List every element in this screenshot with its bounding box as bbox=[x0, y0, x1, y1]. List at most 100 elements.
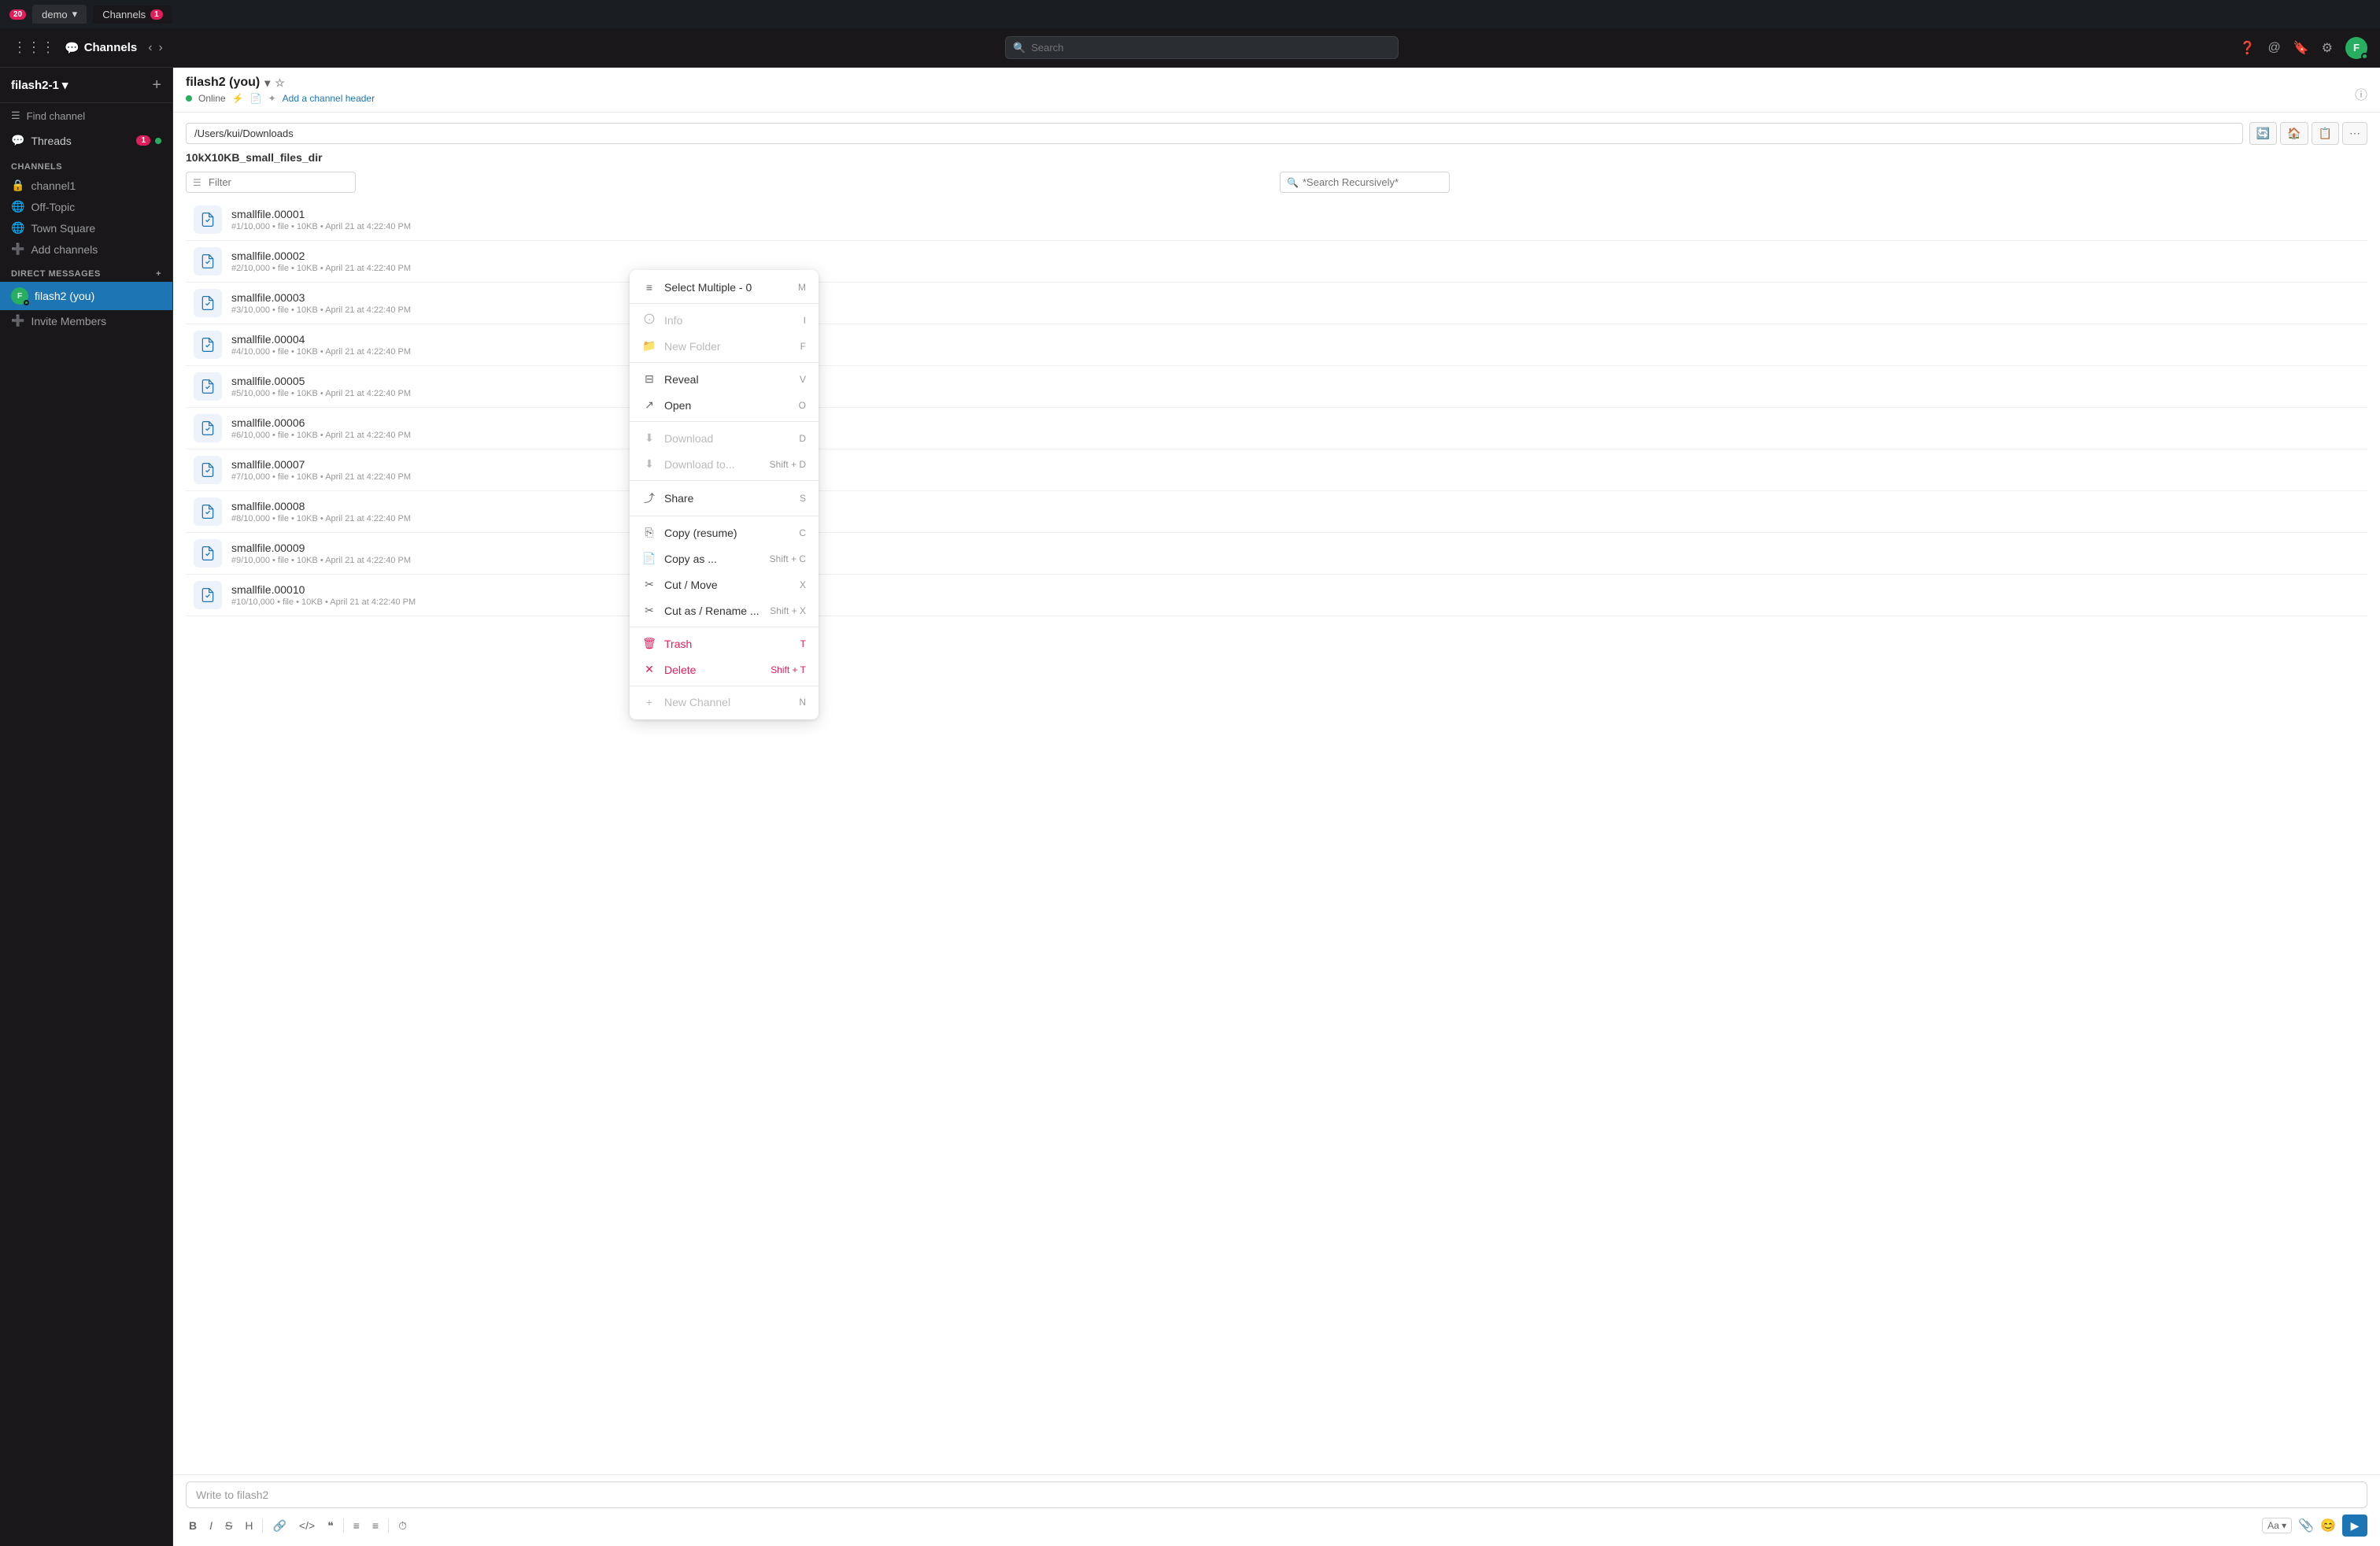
toolbar-divider3 bbox=[388, 1518, 389, 1533]
ctx-shortcut: Shift + C bbox=[770, 553, 806, 564]
sidebar-item-town-square[interactable]: 🌐 Town Square bbox=[0, 217, 172, 239]
gear-icon[interactable]: ⚙ bbox=[2322, 40, 2333, 56]
context-menu-item[interactable]: ⎘ Copy (resume) C bbox=[630, 520, 819, 546]
ctx-label: Reveal bbox=[664, 373, 699, 386]
bookmark-icon[interactable]: 🔖 bbox=[2293, 40, 2309, 56]
timer-button[interactable]: ⏱ bbox=[395, 1518, 410, 1534]
find-channel-button[interactable]: ☰ Find channel bbox=[0, 103, 172, 128]
file-name: smallfile.00007 bbox=[231, 458, 411, 471]
add-header-link[interactable]: Add a channel header bbox=[283, 93, 375, 104]
file-browser: 🔄 🏠 📋 ⋯ 10kX10KB_small_files_dir ☰ 🔍 bbox=[173, 113, 2380, 1474]
ctx-label: New Folder bbox=[664, 340, 721, 353]
ctx-icon: ⊟ bbox=[642, 372, 656, 386]
channel-chevron[interactable]: ▾ bbox=[264, 76, 270, 90]
avatar-online-indicator bbox=[2361, 53, 2368, 60]
context-menu-item[interactable]: ⊟ Reveal V bbox=[630, 366, 819, 392]
ctx-label: Open bbox=[664, 399, 691, 412]
context-menu-item[interactable]: ✕ Delete Shift + T bbox=[630, 656, 819, 682]
info-circle-button[interactable]: ⓘ bbox=[2355, 84, 2367, 103]
ctx-shortcut: I bbox=[804, 315, 806, 326]
sidebar-item-filash2[interactable]: F filash2 (you) bbox=[0, 282, 172, 310]
sidebar-item-channel1[interactable]: 🔒 channel1 bbox=[0, 175, 172, 196]
header-search-input[interactable] bbox=[1005, 36, 1399, 59]
file-name: smallfile.00006 bbox=[231, 416, 411, 429]
file-meta: #6/10,000 • file • 10KB • April 21 at 4:… bbox=[231, 431, 411, 440]
list-item[interactable]: smallfile.00002 #2/10,000 • file • 10KB … bbox=[186, 241, 2367, 283]
send-button[interactable]: ▶ bbox=[2342, 1515, 2367, 1537]
ctx-icon: 🗑 bbox=[642, 637, 656, 650]
strikethrough-button[interactable]: S bbox=[222, 1518, 235, 1533]
list-item[interactable]: smallfile.00009 #9/10,000 • file • 10KB … bbox=[186, 533, 2367, 575]
channels-tab[interactable]: Channels 1 bbox=[93, 6, 172, 24]
context-menu-item[interactable]: ⤴ Share S bbox=[630, 484, 819, 512]
sidebar-item-off-topic[interactable]: 🌐 Off-Topic bbox=[0, 196, 172, 217]
italic-button[interactable]: I bbox=[206, 1518, 216, 1533]
star-icon[interactable]: ☆ bbox=[275, 76, 285, 90]
attach-button[interactable]: 📎 bbox=[2298, 1518, 2314, 1533]
file-list: smallfile.00001 #1/10,000 • file • 10KB … bbox=[186, 199, 2367, 616]
nav-arrows: ‹ › bbox=[146, 39, 164, 57]
context-menu-item[interactable]: ✂ Cut / Move X bbox=[630, 571, 819, 597]
nav-forward-button[interactable]: › bbox=[157, 39, 164, 57]
ctx-shortcut: F bbox=[800, 341, 806, 352]
search-wrap: 🔍 bbox=[1280, 172, 2367, 193]
path-input[interactable] bbox=[186, 123, 2243, 144]
ordered-list-button[interactable]: ≡ bbox=[369, 1518, 382, 1533]
list-item[interactable]: smallfile.00008 #8/10,000 • file • 10KB … bbox=[186, 491, 2367, 533]
file-icon-7 bbox=[194, 497, 222, 526]
content-area: filash2 (you) ▾ ☆ Online ⚡ 📄 ✦ Add a cha… bbox=[173, 68, 2380, 1546]
emoji-button[interactable]: 😊 bbox=[2320, 1518, 2336, 1533]
context-menu-item[interactable]: ✂ Cut as / Rename ... Shift + X bbox=[630, 597, 819, 623]
file-name: smallfile.00008 bbox=[231, 500, 411, 512]
font-size-button[interactable]: Aa ▾ bbox=[2262, 1518, 2292, 1533]
context-menu-item[interactable]: 🗑 Trash T bbox=[630, 631, 819, 656]
unordered-list-button[interactable]: ≡ bbox=[350, 1518, 363, 1533]
toolbar-divider1 bbox=[262, 1518, 263, 1533]
copy-path-button[interactable]: 📋 bbox=[2312, 122, 2339, 145]
heading-button[interactable]: H bbox=[242, 1518, 256, 1533]
ctx-label: Copy as ... bbox=[664, 553, 717, 565]
context-menu-divider bbox=[630, 303, 819, 304]
list-item[interactable]: smallfile.00010 #10/10,000 • file • 10KB… bbox=[186, 575, 2367, 616]
ctx-label: Copy (resume) bbox=[664, 527, 737, 539]
add-channels-button[interactable]: ➕ Add channels bbox=[0, 239, 172, 260]
search-recursive-input[interactable] bbox=[1280, 172, 1450, 193]
sidebar-item-threads[interactable]: 💬 Threads 1 bbox=[0, 128, 172, 153]
workspace-name[interactable]: filash2-1 ▾ bbox=[11, 78, 68, 92]
channel-title: filash2 (you) ▾ ☆ bbox=[186, 76, 375, 90]
list-item[interactable]: smallfile.00007 #7/10,000 • file • 10KB … bbox=[186, 449, 2367, 491]
off-topic-label: Off-Topic bbox=[31, 201, 75, 213]
list-item[interactable]: smallfile.00004 #4/10,000 • file • 10KB … bbox=[186, 324, 2367, 366]
bold-button[interactable]: B bbox=[186, 1518, 200, 1533]
link-button[interactable]: 🔗 bbox=[269, 1518, 289, 1534]
code-button[interactable]: </> bbox=[296, 1518, 318, 1533]
message-input[interactable]: Write to filash2 bbox=[186, 1481, 2367, 1508]
list-item[interactable]: smallfile.00003 #3/10,000 • file • 10KB … bbox=[186, 283, 2367, 324]
question-icon[interactable]: ❓ bbox=[2240, 40, 2256, 56]
quote-button[interactable]: ❝ bbox=[324, 1518, 337, 1534]
context-menu-item[interactable]: 📄 Copy as ... Shift + C bbox=[630, 546, 819, 571]
ctx-icon: ⤴ bbox=[642, 490, 656, 506]
main-layout: filash2-1 ▾ + ☰ Find channel 💬 Threads 1… bbox=[0, 68, 2380, 1546]
more-options-button[interactable]: ⋯ bbox=[2342, 122, 2367, 145]
demo-tab[interactable]: demo ▾ bbox=[32, 5, 87, 24]
at-icon[interactable]: @ bbox=[2267, 41, 2280, 55]
refresh-button[interactable]: 🔄 bbox=[2249, 122, 2277, 145]
new-item-button[interactable]: + bbox=[152, 77, 161, 93]
list-item[interactable]: smallfile.00006 #6/10,000 • file • 10KB … bbox=[186, 408, 2367, 449]
context-menu-item[interactable]: ≡ Select Multiple - 0 M bbox=[630, 275, 819, 300]
list-item[interactable]: smallfile.00001 #1/10,000 • file • 10KB … bbox=[186, 199, 2367, 241]
dm-add-icon[interactable]: + bbox=[156, 269, 161, 279]
home-button[interactable]: 🏠 bbox=[2280, 122, 2308, 145]
filter-wrap: ☰ bbox=[186, 172, 1273, 193]
filter-input[interactable] bbox=[186, 172, 356, 193]
list-item[interactable]: smallfile.00005 #5/10,000 • file • 10KB … bbox=[186, 366, 2367, 408]
ctx-shortcut: C bbox=[799, 527, 806, 538]
nav-back-button[interactable]: ‹ bbox=[146, 39, 153, 57]
sidebar-item-invite-members[interactable]: ➕ Invite Members bbox=[0, 310, 172, 331]
message-placeholder: Write to filash2 bbox=[196, 1489, 268, 1501]
avatar[interactable]: F bbox=[2345, 37, 2367, 59]
context-menu-item[interactable]: ↗ Open O bbox=[630, 392, 819, 418]
grid-icon[interactable]: ⋮⋮⋮ bbox=[13, 39, 55, 56]
ctx-shortcut: X bbox=[800, 579, 806, 590]
